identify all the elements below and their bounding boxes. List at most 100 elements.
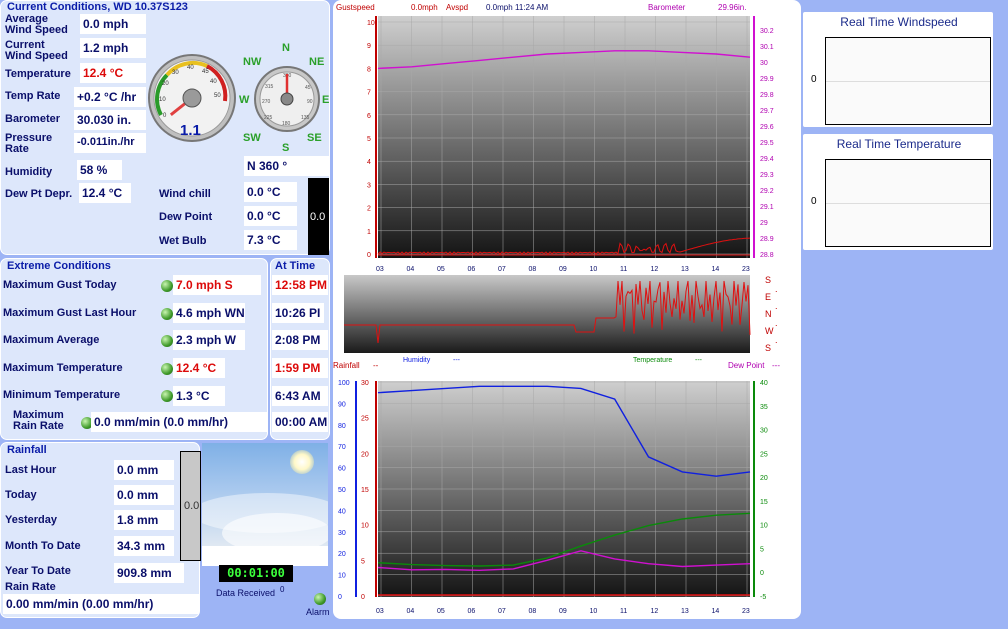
extreme-conditions-title: Extreme Conditions <box>7 260 111 272</box>
cur-wind-value: 1.2 mph <box>80 38 146 58</box>
top-x-tick: 11 <box>620 266 627 273</box>
top-y-right-tick: 28.8 <box>760 252 774 259</box>
bottom-y-temp-tick: 35 <box>760 404 768 411</box>
bottom-y-rain-tick: 30 <box>361 380 369 387</box>
top-y-left-tick: 6 <box>367 113 371 120</box>
wet-bulb-value: 7.3 °C <box>244 230 297 250</box>
bottom-y-temp-tick: -5 <box>760 594 766 601</box>
top-x-tick: 12 <box>651 266 659 273</box>
bottom-y-rain-tick: 20 <box>361 451 369 458</box>
wind-speed-gauge: 01020 304045 4050 1.1 <box>148 54 236 142</box>
direction-label: S <box>765 275 771 285</box>
bottom-y-temp-tick: 5 <box>760 546 764 553</box>
realtime-temperature-title: Real Time Temperature <box>836 137 962 151</box>
top-x-tick: 03 <box>376 266 384 273</box>
svg-text:315: 315 <box>265 84 274 90</box>
compass-w: W <box>239 94 250 106</box>
bottom-y-humidity-tick: 30 <box>338 530 346 537</box>
dewpoint-legend-label: Dew Point <box>728 361 765 370</box>
bottom-x-tick: 04 <box>407 608 415 615</box>
realtime-windspeed-title: Real Time Windspeed <box>840 15 958 29</box>
max-gust-today-label: Maximum Gust Today <box>3 279 117 291</box>
top-y-left-tick: 3 <box>367 182 371 189</box>
timer-display: 00:01:00 <box>219 565 293 582</box>
top-y-right-tick: 30.2 <box>760 28 774 35</box>
rain-label: Rainfall <box>333 361 360 370</box>
alarm-indicator[interactable] <box>314 593 326 605</box>
bottom-x-tick: 14 <box>712 608 720 615</box>
top-y-right-tick: 30.1 <box>760 44 774 51</box>
compass-sw: SW <box>243 132 261 144</box>
pressure-rate-value: -0.011in./hr <box>74 133 146 153</box>
bottom-y-humidity-tick: 50 <box>338 487 346 494</box>
bottom-x-tick: 07 <box>498 608 506 615</box>
max-temperature-label: Maximum Temperature <box>3 362 123 374</box>
svg-text:.: . <box>775 318 778 328</box>
top-y-left-tick: 1 <box>367 229 371 236</box>
temp-rate-label: Temp Rate <box>5 90 61 102</box>
bottom-y-temp-tick: 10 <box>760 523 768 530</box>
max-average-label: Maximum Average <box>3 334 100 346</box>
top-y-right-tick: 28.9 <box>760 236 774 243</box>
min-temperature-value: 1.3 °C <box>173 386 225 406</box>
year-to-date-label: Year To Date <box>5 565 71 577</box>
bottom-y-temp-tick: 20 <box>760 475 768 482</box>
top-x-tick: 08 <box>529 266 537 273</box>
svg-text:45: 45 <box>305 85 311 91</box>
min-temperature-indicator <box>161 390 173 402</box>
bottom-y-rain-tick: 25 <box>361 416 369 423</box>
top-y-right-tick: 30 <box>760 60 768 67</box>
barometer-label: Barometer <box>5 113 61 125</box>
max-rain-rate-label: Maximum Rain Rate <box>13 409 64 432</box>
bottom-y-rain-tick: 0 <box>361 594 365 601</box>
bottom-x-tick: 12 <box>651 608 659 615</box>
compass-e: E <box>322 94 329 106</box>
bottom-x-tick: 10 <box>590 608 598 615</box>
top-x-tick: 06 <box>468 266 476 273</box>
svg-text:10: 10 <box>159 97 166 103</box>
svg-text:20: 20 <box>162 81 169 87</box>
year-to-date-value: 909.8 mm <box>114 563 184 583</box>
yesterday-label: Yesterday <box>5 514 57 526</box>
rain-rate-label: Rain Rate <box>5 581 56 593</box>
svg-text:30: 30 <box>172 70 179 76</box>
max-average-indicator <box>161 335 173 347</box>
bottom-y-temp-tick: 40 <box>760 380 768 387</box>
bottom-y-temp-tick: 25 <box>760 451 768 458</box>
top-x-tick: 23 <box>742 266 750 273</box>
wet-bulb-label: Wet Bulb <box>159 235 207 247</box>
at-time-5: 6:43 AM <box>272 386 328 406</box>
wind-direction-value: N 360 ° <box>244 156 330 176</box>
svg-text:180: 180 <box>282 121 291 127</box>
humidity-label: Humidity <box>403 357 431 364</box>
realtime-temperature-value: 0 <box>811 196 817 207</box>
bottom-y-rain-tick: 15 <box>361 487 369 494</box>
top-y-left-tick: 0 <box>367 252 371 259</box>
at-time-2: 10:26 PI <box>272 303 324 323</box>
data-received-count: 0 <box>280 585 285 594</box>
extreme-conditions-panel: Extreme Conditions Maximum Gust Today 7.… <box>0 258 268 440</box>
wind-chill-label: Wind chill <box>159 188 211 200</box>
top-y-right-tick: 29.6 <box>760 124 774 131</box>
current-conditions-title: Current Conditions, WD 10.37S123 <box>7 1 188 13</box>
top-y-right-tick: 29.4 <box>760 156 774 163</box>
bottom-y-humidity-tick: 90 <box>338 401 346 408</box>
bottom-y-temp-tick: 30 <box>760 428 768 435</box>
top-y-left-tick: 5 <box>367 136 371 143</box>
at-time-title: At Time <box>275 260 316 272</box>
max-gust-today-value: 7.0 mph S <box>173 275 261 295</box>
top-x-tick: 09 <box>559 266 567 273</box>
top-y-right-tick: 29.9 <box>760 76 774 83</box>
today-label: Today <box>5 489 37 501</box>
max-gust-today-indicator <box>161 280 173 292</box>
yesterday-value: 1.8 mm <box>114 510 174 530</box>
svg-text:.: . <box>775 284 778 294</box>
bottom-y-humidity-tick: 60 <box>338 466 346 473</box>
bottom-x-tick: 13 <box>681 608 689 615</box>
avg-label: Avspd <box>446 3 468 12</box>
top-y-right-tick: 29.3 <box>760 172 774 179</box>
bottom-y-temp-tick: 15 <box>760 499 768 506</box>
temperature-legend-value: --- <box>695 357 703 364</box>
bottom-y-humidity-tick: 10 <box>338 573 346 580</box>
rain-value: -- <box>373 361 379 370</box>
